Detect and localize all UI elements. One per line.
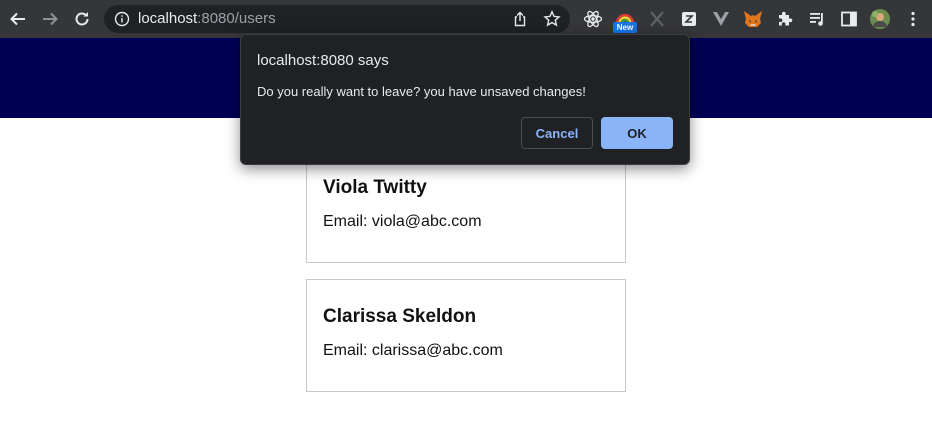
x-extension-icon[interactable] — [647, 9, 667, 29]
extensions-puzzle-icon[interactable] — [775, 9, 795, 29]
arrow-left-icon — [10, 12, 25, 26]
browser-toolbar: localhost:8080/users New — [0, 0, 932, 38]
user-name: Clarissa Skeldon — [323, 306, 477, 327]
metamask-fox-icon[interactable] — [743, 9, 763, 29]
profile-avatar[interactable] — [870, 9, 890, 29]
user-email: Email: clarissa@abc.com — [323, 342, 503, 359]
ok-button[interactable]: OK — [601, 117, 673, 149]
address-bar[interactable]: localhost:8080/users — [104, 5, 570, 33]
reload-icon — [75, 12, 89, 26]
user-card: Clarissa Skeldon Email: clarissa@abc.com — [306, 279, 626, 392]
share-icon[interactable] — [512, 11, 528, 32]
side-panel-icon[interactable] — [839, 9, 859, 29]
dialog-message: Do you really want to leave? you have un… — [257, 84, 586, 99]
url-host: localhost — [138, 10, 198, 27]
forward-button[interactable] — [38, 7, 62, 31]
react-devtools-icon[interactable] — [583, 9, 603, 29]
dialog-title: localhost:8080 says — [257, 52, 389, 69]
bookmark-star-icon[interactable] — [543, 10, 561, 33]
cancel-button[interactable]: Cancel — [521, 117, 593, 149]
url-path: :8080/users — [197, 10, 276, 27]
confirm-dialog: localhost:8080 says Do you really want t… — [240, 34, 690, 165]
z-extension-icon[interactable] — [679, 9, 699, 29]
more-menu-icon[interactable] — [903, 9, 923, 29]
user-card: Viola Twitty Email: viola@abc.com — [306, 150, 626, 263]
arrow-right-icon — [43, 12, 58, 26]
url-text: localhost:8080/users — [138, 11, 276, 27]
new-badge: New — [613, 22, 637, 33]
reload-button[interactable] — [70, 7, 94, 31]
info-icon[interactable] — [114, 11, 130, 32]
user-name: Viola Twitty — [323, 177, 427, 198]
back-button[interactable] — [6, 7, 30, 31]
user-email: Email: viola@abc.com — [323, 213, 482, 230]
media-queue-icon[interactable] — [807, 9, 827, 29]
vue-devtools-icon[interactable] — [711, 9, 731, 29]
